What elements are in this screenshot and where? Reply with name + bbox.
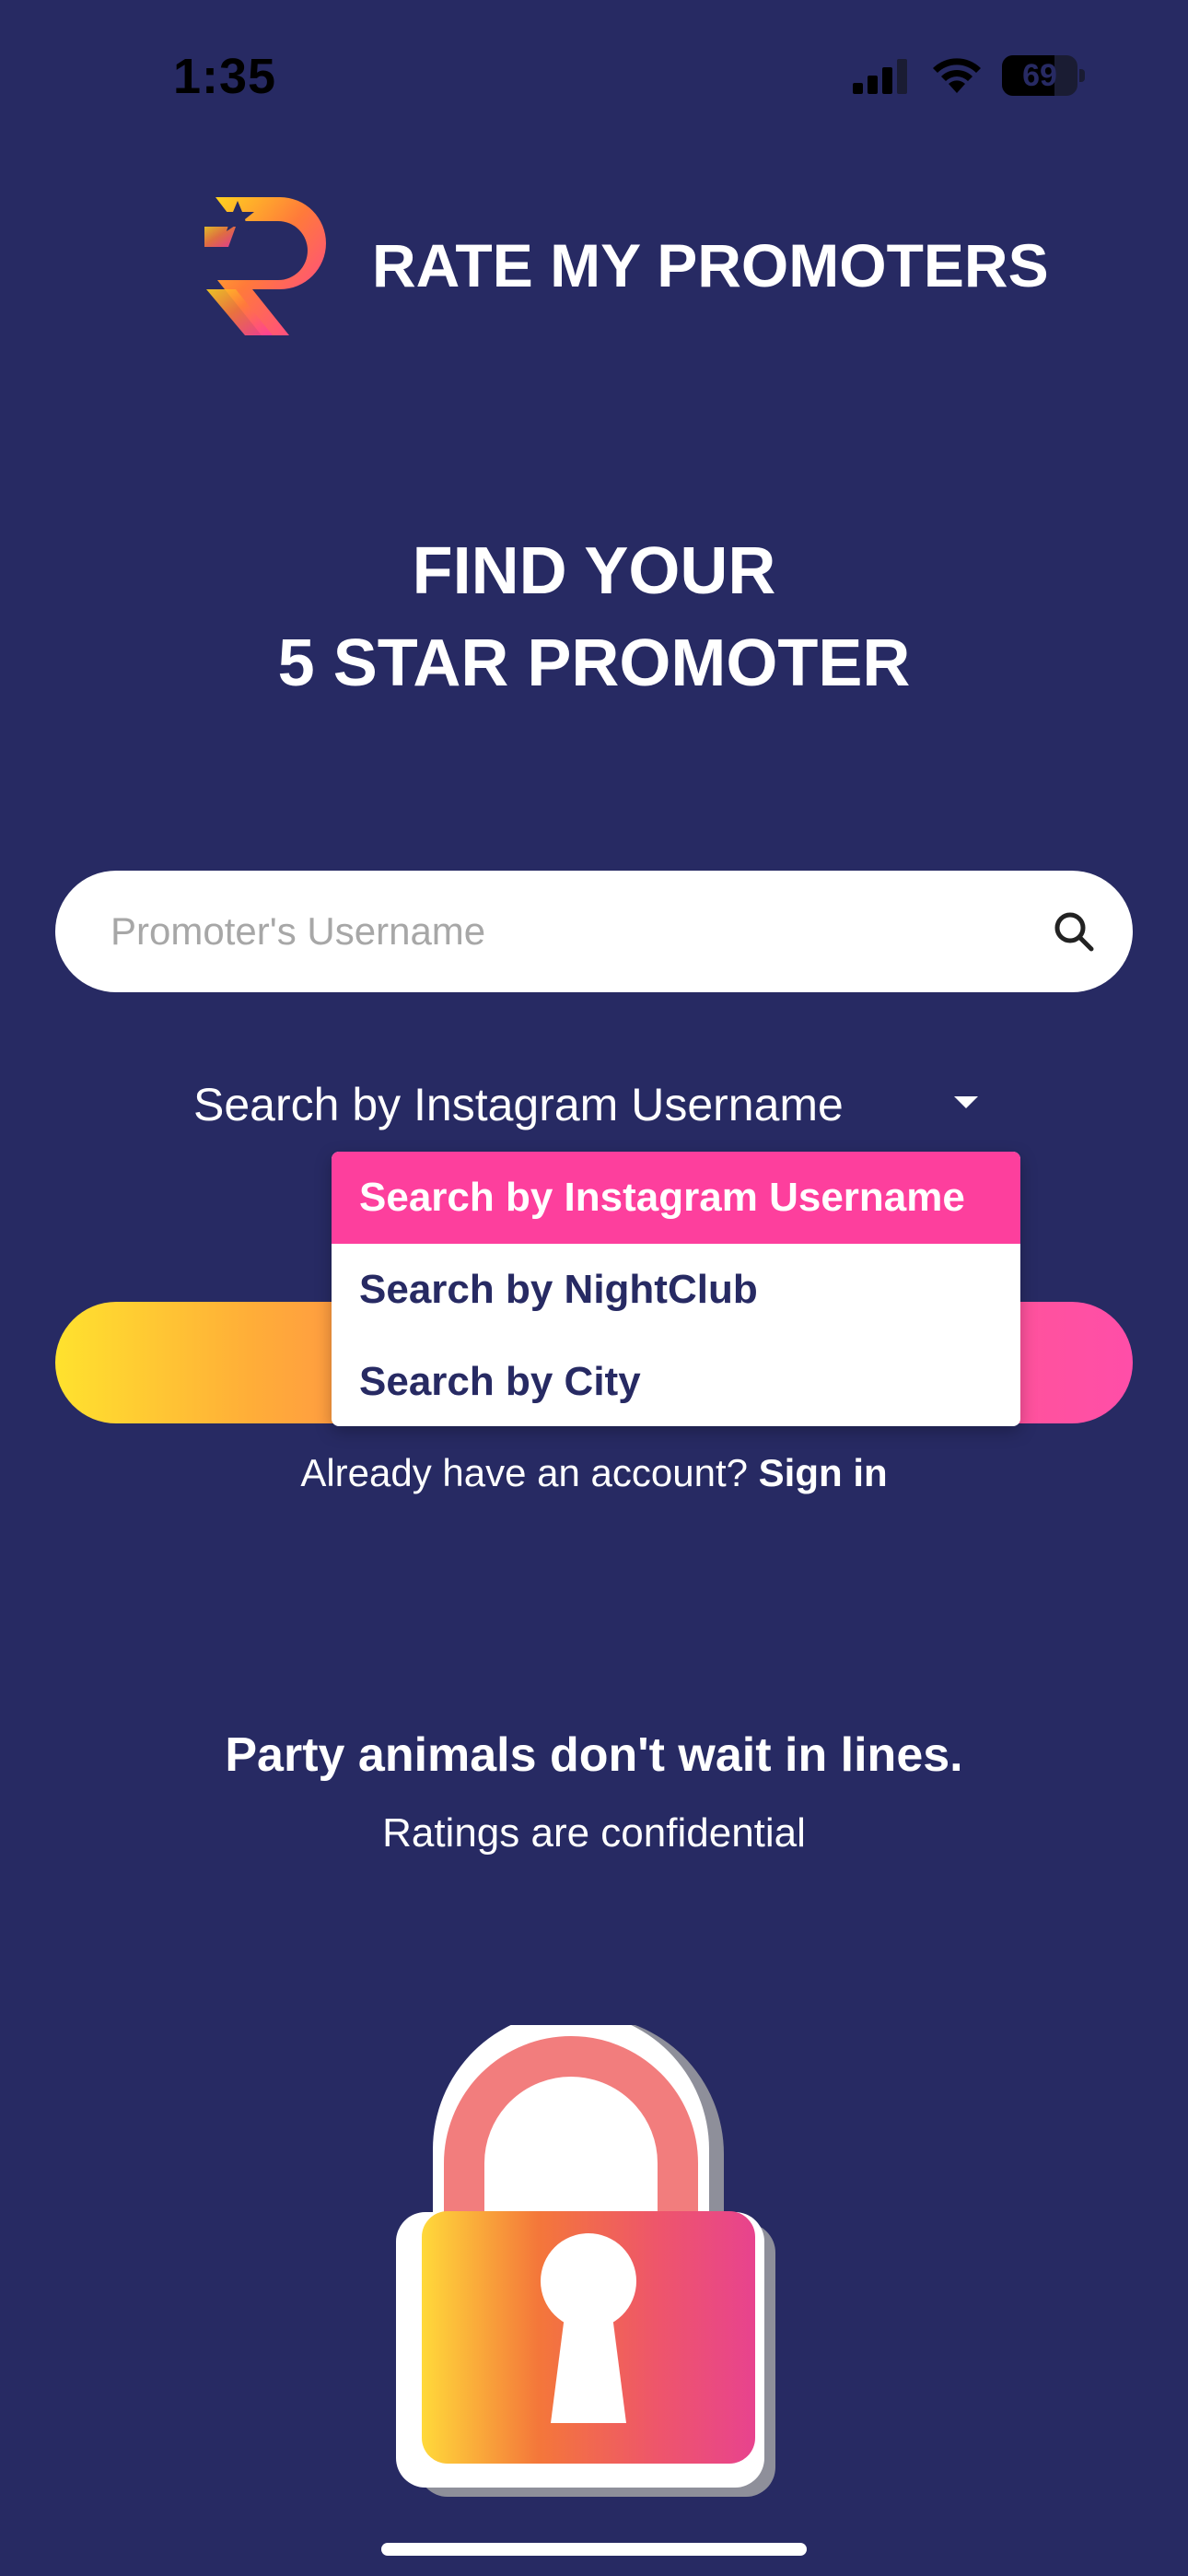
hero-heading: FIND YOUR 5 STAR PROMOTER — [0, 525, 1188, 709]
signin-row: Already have an account? Sign in — [0, 1451, 1188, 1495]
caret-down-icon — [954, 1096, 978, 1108]
brand-name: RATE MY PROMOTERS — [372, 231, 1049, 299]
dropdown-option-instagram[interactable]: Search by Instagram Username — [332, 1152, 1020, 1244]
signal-icon — [853, 59, 907, 94]
hero-line-1: FIND YOUR — [412, 534, 776, 608]
search-type-dropdown: Search by Instagram Username Search by N… — [332, 1152, 1020, 1426]
home-indicator[interactable] — [381, 2543, 807, 2556]
search-input[interactable] — [111, 871, 1031, 992]
status-time: 1:35 — [173, 49, 277, 104]
dropdown-option-city[interactable]: Search by City — [332, 1336, 1020, 1426]
search-type-selected: Search by Instagram Username — [193, 1079, 844, 1130]
status-icons: 69 — [853, 55, 1085, 96]
search-type-select[interactable]: Search by Instagram Username — [193, 1069, 995, 1142]
signin-link[interactable]: Sign in — [759, 1451, 888, 1494]
search-bar — [55, 871, 1133, 992]
hero-line-2: 5 STAR PROMOTER — [277, 626, 911, 700]
dropdown-option-nightclub[interactable]: Search by NightClub — [332, 1244, 1020, 1336]
lock-icon — [396, 2025, 775, 2497]
battery-icon: 69 — [1002, 55, 1085, 96]
battery-percentage: 69 — [1022, 58, 1057, 93]
tagline-title: Party animals don't wait in lines. — [225, 1728, 963, 1782]
tagline-subtitle: Ratings are confidential — [382, 1810, 806, 1856]
rmp-logo — [204, 197, 326, 335]
signin-prompt: Already have an account? — [300, 1451, 748, 1494]
search-icon[interactable] — [1052, 909, 1096, 954]
wifi-icon — [933, 58, 981, 93]
